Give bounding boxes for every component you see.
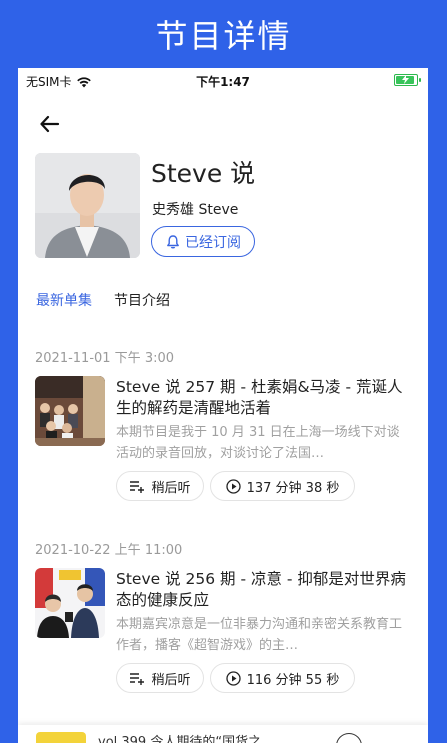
playlist-add-icon	[130, 673, 145, 685]
episode-title: Steve 说 256 期 - 凉意 - 抑郁是对世界病态的健康反应	[116, 570, 406, 609]
subscribed-label: 已经订阅	[185, 234, 241, 251]
episode-thumbnail	[35, 376, 105, 446]
play-icon	[225, 670, 241, 686]
episode-description: 本期嘉宾凉意是一位非暴力沟通和亲密关系教育工作者，播客《超智游戏》的主…	[116, 617, 403, 653]
episode-duration: 137 分钟 38 秒	[246, 480, 340, 496]
episode-item[interactable]: 2021-11-01 下午 3:00 Steve 说 257 期 - 杜素娟&马…	[18, 343, 428, 513]
episode-duration: 116 分钟 55 秒	[246, 672, 340, 688]
play-duration-button[interactable]: 116 分钟 55 秒	[210, 663, 355, 693]
episode-title: Steve 说 257 期 - 杜素娟&马凌 - 荒诞人生的解药是清醒地活着	[116, 378, 403, 417]
play-icon	[225, 478, 241, 494]
play-duration-button[interactable]: 137 分钟 38 秒	[210, 471, 355, 501]
back-arrow-icon[interactable]	[38, 112, 62, 136]
bell-icon	[167, 234, 179, 248]
show-cover-image	[35, 153, 140, 258]
show-author: 史秀雄 Steve	[152, 202, 239, 218]
episode-date: 2021-10-22 上午 11:00	[35, 543, 183, 558]
mini-player-play-icon[interactable]	[336, 733, 362, 743]
mini-player-title: vol.399 令人期待的“国货之	[98, 735, 262, 743]
listen-later-button[interactable]: 稍后听	[116, 471, 204, 501]
page-banner-title: 节目详情	[155, 17, 292, 55]
mini-player-thumbnail	[36, 732, 86, 743]
show-title: Steve 说	[151, 159, 256, 188]
tab-latest-episodes[interactable]: 最新单集	[36, 290, 92, 310]
clock: 下午1:47	[196, 75, 250, 89]
listen-later-label: 稍后听	[151, 672, 191, 688]
episode-date: 2021-11-01 下午 3:00	[35, 351, 175, 366]
tab-show-intro[interactable]: 节目介绍	[114, 290, 170, 310]
status-bar: 无SIM卡 下午1:47	[18, 68, 428, 92]
tab-bar: 最新单集 节目介绍	[36, 290, 170, 310]
episode-description: 本期节目是我于 10 月 31 日在上海一场线下对谈活动的录音回放，对谈讨论了法…	[116, 425, 400, 461]
battery-icon	[394, 74, 421, 86]
phone-screen: 无SIM卡 下午1:47 Steve 说 史秀雄 Steve 已经订阅 最新单集…	[18, 68, 428, 743]
listen-later-button[interactable]: 稍后听	[116, 663, 204, 693]
listen-later-label: 稍后听	[151, 480, 191, 496]
playlist-add-icon	[130, 481, 145, 493]
mini-player[interactable]: vol.399 令人期待的“国货之	[18, 725, 428, 743]
episode-item[interactable]: 2021-10-22 上午 11:00 Steve 说 256 期 - 凉意 -…	[18, 535, 428, 705]
episode-thumbnail	[35, 568, 105, 638]
subscribed-button[interactable]: 已经订阅	[151, 226, 255, 257]
